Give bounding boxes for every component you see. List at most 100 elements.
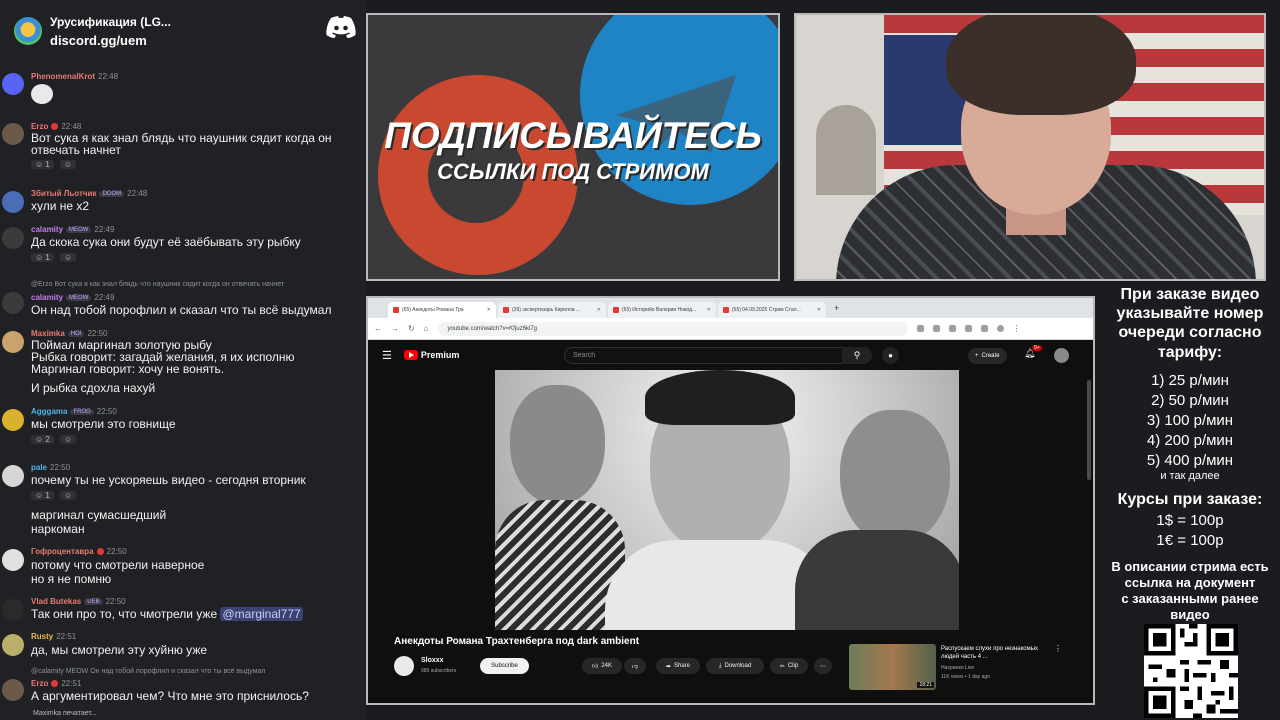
home-icon[interactable]: ⌂ <box>424 324 429 333</box>
video-player[interactable] <box>495 370 959 630</box>
avatar[interactable] <box>2 679 24 701</box>
scrollbar[interactable] <box>1087 380 1091 480</box>
create-button[interactable]: + Create <box>968 348 1007 364</box>
profile-icon[interactable] <box>996 325 1004 332</box>
like-button[interactable]: 👍︎ 24K <box>582 658 622 674</box>
add-reaction-icon[interactable]: ☺ <box>59 160 77 169</box>
avatar[interactable] <box>2 549 24 571</box>
avatar[interactable] <box>2 634 24 656</box>
browser-tab[interactable]: (65) Анекдоты Романа Тра ✕ <box>388 302 496 318</box>
channel-name[interactable]: Sloxxx <box>421 657 444 664</box>
plus-icon: + <box>975 353 979 359</box>
channel-avatar[interactable] <box>394 656 414 676</box>
author-name[interactable]: Збитый Льотчик <box>31 189 96 198</box>
extension-icon[interactable] <box>932 325 940 332</box>
browser-tab[interactable]: (65) Историйо Валерии Новод... ✕ <box>608 302 716 318</box>
author-name[interactable]: Agggama <box>31 407 67 416</box>
close-tab-icon[interactable]: ✕ <box>707 307 711 313</box>
message-text: А аргументировал чем? Что мне это присни… <box>31 689 309 703</box>
reply-preview[interactable]: @calamity MEOW Он над тобой порофлил и с… <box>31 668 265 675</box>
info-text: с заказанными ранее <box>1121 591 1259 606</box>
browser-tab[interactable]: (65) 04.09.2025 Стрим Стал... ✕ <box>718 302 826 318</box>
avatar[interactable] <box>2 191 24 213</box>
timestamp: 22:48 <box>61 122 82 131</box>
timestamp: 22:50 <box>105 597 126 606</box>
timestamp: 22:49 <box>94 225 115 234</box>
author-name[interactable]: Erzo <box>31 122 48 131</box>
search-input[interactable]: Search <box>564 347 854 364</box>
avatar[interactable] <box>2 227 24 249</box>
browser-tab[interactable]: (39) экспертизарь Кирилла ... ✕ <box>498 302 606 318</box>
info-text: В описании стрима есть <box>1111 559 1269 574</box>
reaction[interactable]: ☺ 1 <box>31 253 54 262</box>
extension-icon[interactable] <box>964 325 972 332</box>
reaction[interactable]: ☺ 2 <box>31 435 54 444</box>
streamer-hair <box>946 15 1136 115</box>
add-reaction-icon[interactable]: ☺ <box>59 253 77 262</box>
author-name[interactable]: calamity <box>31 293 63 302</box>
address-bar[interactable]: youtube.com/watch?v=Kf|uz6ki7g <box>437 321 908 336</box>
lamp <box>816 105 876 195</box>
close-tab-icon[interactable]: ✕ <box>487 307 491 313</box>
message-text: отвечать начнет <box>31 143 121 157</box>
recommended-channel[interactable]: Нахрюкко Live <box>941 665 974 671</box>
extension-icon[interactable] <box>980 325 988 332</box>
message-text: да, мы смотрели эту хуйню уже <box>31 643 208 657</box>
tab-bar: (65) Анекдоты Романа Тра ✕ (39) экспертиз… <box>368 298 1093 318</box>
download-button[interactable]: ⤓ Download <box>706 658 764 674</box>
author-name[interactable]: Vlad Butekas <box>31 597 81 606</box>
recommended-title[interactable]: Распускаем слухи про незнакомых людей ча… <box>941 645 1051 661</box>
youtube-logo-icon[interactable] <box>403 350 418 360</box>
menu-dots-icon[interactable]: ⋮ <box>1013 324 1021 333</box>
timestamp: 22:49 <box>94 293 115 302</box>
author-name[interactable]: Erzo <box>31 679 48 688</box>
search-icon[interactable]: ⚲ <box>842 347 872 364</box>
share-button[interactable]: ➦ Share <box>656 658 700 674</box>
more-actions-button[interactable]: ⋯ <box>814 658 832 674</box>
avatar[interactable] <box>2 123 24 145</box>
reaction[interactable]: ☺ 1 <box>31 491 54 500</box>
thumbs-up-icon: 👍︎ <box>592 664 599 670</box>
youtube-brand[interactable]: Premium <box>421 350 460 360</box>
reply-preview[interactable]: @Erzo Вот сука я как знал блядь что науш… <box>31 281 284 288</box>
user-mention[interactable]: @marginal777 <box>220 607 303 621</box>
reload-icon[interactable]: ↻ <box>408 324 415 333</box>
more-options-icon[interactable]: ⋮ <box>1054 644 1062 653</box>
author-name[interactable]: PhenomenalKrot <box>31 72 95 81</box>
avatar[interactable] <box>2 409 24 431</box>
author-name[interactable]: Гофроцентавра <box>31 547 94 556</box>
avatar[interactable] <box>2 599 24 621</box>
forward-icon[interactable]: → <box>391 324 399 333</box>
back-icon[interactable]: ← <box>374 324 382 333</box>
qr-code[interactable] <box>1144 624 1238 718</box>
hamburger-menu-icon[interactable]: ☰ <box>382 349 392 362</box>
author-name[interactable]: pale <box>31 463 47 472</box>
new-tab-button[interactable]: + <box>834 303 839 313</box>
extension-icon[interactable] <box>948 325 956 332</box>
avatar[interactable] <box>2 73 24 95</box>
add-reaction-icon[interactable]: ☺ <box>59 435 77 444</box>
close-tab-icon[interactable]: ✕ <box>817 307 821 313</box>
server-invite-link[interactable]: discord.gg/uem <box>50 33 171 48</box>
author-name[interactable]: Rusty <box>31 632 53 641</box>
author-name[interactable]: calamity <box>31 225 63 234</box>
timestamp: 22:48 <box>98 72 119 81</box>
clip-button[interactable]: ✂ Clip <box>770 658 808 674</box>
avatar[interactable] <box>2 465 24 487</box>
avatar[interactable] <box>2 292 24 314</box>
close-tab-icon[interactable]: ✕ <box>597 307 601 313</box>
author-name[interactable]: Maximka <box>31 329 65 338</box>
subscriber-count: 989 subscribers <box>421 668 457 674</box>
dislike-button[interactable]: 👎︎ <box>624 658 646 674</box>
discord-icon <box>326 16 356 38</box>
subscribe-button[interactable]: Subscribe <box>480 658 529 674</box>
microphone-icon[interactable]: ● <box>882 347 899 364</box>
recommended-thumbnail[interactable]: 18:21 <box>849 644 936 690</box>
reaction[interactable]: ☺ 1 <box>31 160 54 169</box>
extension-icon[interactable] <box>916 325 924 332</box>
account-avatar[interactable] <box>1054 348 1069 363</box>
man-right <box>840 410 950 545</box>
add-reaction-icon[interactable]: ☺ <box>59 491 77 500</box>
message-text: хули не х2 <box>31 199 90 213</box>
avatar[interactable] <box>2 331 24 353</box>
